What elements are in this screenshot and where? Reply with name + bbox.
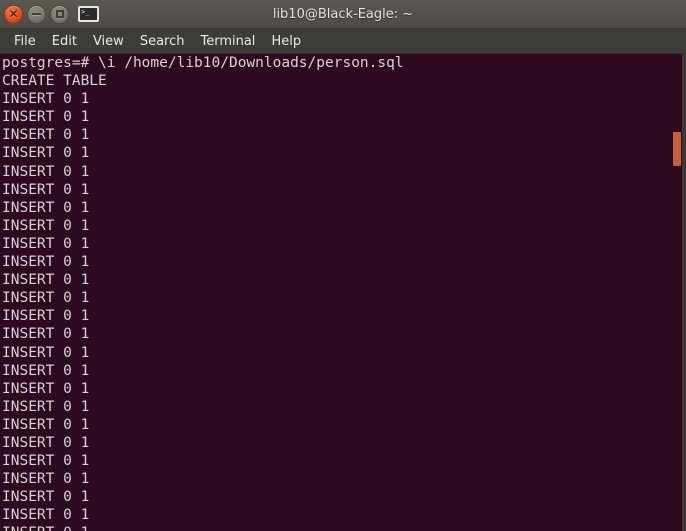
terminal-line: INSERT 0 1 — [2, 471, 90, 488]
terminal-area[interactable]: postgres=# \i /home/lib10/Downloads/pers… — [0, 54, 686, 531]
terminal-line: INSERT 0 1 — [2, 507, 90, 524]
terminal-line: INSERT 0 1 — [2, 272, 90, 289]
terminal-app-icon[interactable]: >_ — [78, 6, 99, 22]
terminal-line: INSERT 0 1 — [2, 362, 90, 379]
menu-item-edit[interactable]: Edit — [44, 32, 85, 51]
terminal-line: INSERT 0 1 — [2, 344, 90, 361]
terminal-line: INSERT 0 1 — [2, 145, 90, 162]
terminal-prompt-line: postgres=# \i /home/lib10/Downloads/pers… — [2, 55, 404, 71]
menu-item-terminal[interactable]: Terminal — [192, 32, 263, 51]
terminal-line: INSERT 0 1 — [2, 524, 686, 531]
terminal-line: INSERT 0 1 — [2, 91, 90, 108]
terminal-output[interactable]: postgres=# \i /home/lib10/Downloads/pers… — [0, 54, 686, 531]
terminal-line: INSERT 0 1 — [2, 127, 90, 144]
terminal-line: INSERT 0 1 — [2, 326, 90, 343]
terminal-scrollbar-thumb[interactable] — [673, 132, 681, 166]
terminal-line: INSERT 0 1 — [2, 254, 90, 271]
terminal-line: INSERT 0 1 — [2, 380, 90, 397]
terminal-line: INSERT 0 1 — [2, 217, 90, 234]
menu-item-file[interactable]: File — [6, 32, 44, 51]
terminal-line: INSERT 0 1 — [2, 163, 90, 180]
terminal-line: CREATE TABLE — [2, 73, 107, 90]
terminal-line: INSERT 0 1 — [2, 290, 90, 307]
window-right-border — [682, 54, 686, 531]
window-title: lib10@Black-Eagle: ~ — [272, 6, 414, 22]
terminal-line: INSERT 0 1 — [2, 398, 90, 415]
maximize-button[interactable] — [50, 4, 69, 24]
terminal-line: INSERT 0 1 — [2, 181, 90, 198]
minimize-icon — [32, 13, 41, 15]
terminal-line: INSERT 0 1 — [2, 235, 90, 252]
close-button[interactable]: ✕ — [4, 4, 23, 24]
title-bar[interactable]: ✕ >_ lib10@Black-Eagle: ~ — [0, 0, 686, 29]
terminal-line: INSERT 0 1 — [2, 308, 90, 325]
terminal-line: INSERT 0 1 — [2, 416, 90, 433]
menu-bar: File Edit View Search Terminal Help — [0, 29, 686, 54]
maximize-icon — [55, 10, 64, 18]
menu-item-search[interactable]: Search — [132, 32, 193, 51]
minimize-button[interactable] — [27, 4, 46, 24]
window-controls: ✕ >_ — [0, 4, 99, 24]
terminal-line: INSERT 0 1 — [2, 199, 90, 216]
terminal-window: ✕ >_ lib10@Black-Eagle: ~ File Edit View… — [0, 0, 686, 531]
terminal-line: INSERT 0 1 — [2, 489, 90, 506]
app-icon-prompt-glyph: >_ — [81, 8, 90, 16]
menu-item-view[interactable]: View — [85, 32, 132, 51]
terminal-line: INSERT 0 1 — [2, 434, 90, 451]
terminal-line: INSERT 0 1 — [2, 109, 90, 126]
terminal-line: INSERT 0 1 — [2, 453, 90, 470]
terminal-scrollbar[interactable] — [672, 54, 682, 531]
menu-item-help[interactable]: Help — [263, 32, 309, 51]
close-icon: ✕ — [8, 7, 19, 21]
